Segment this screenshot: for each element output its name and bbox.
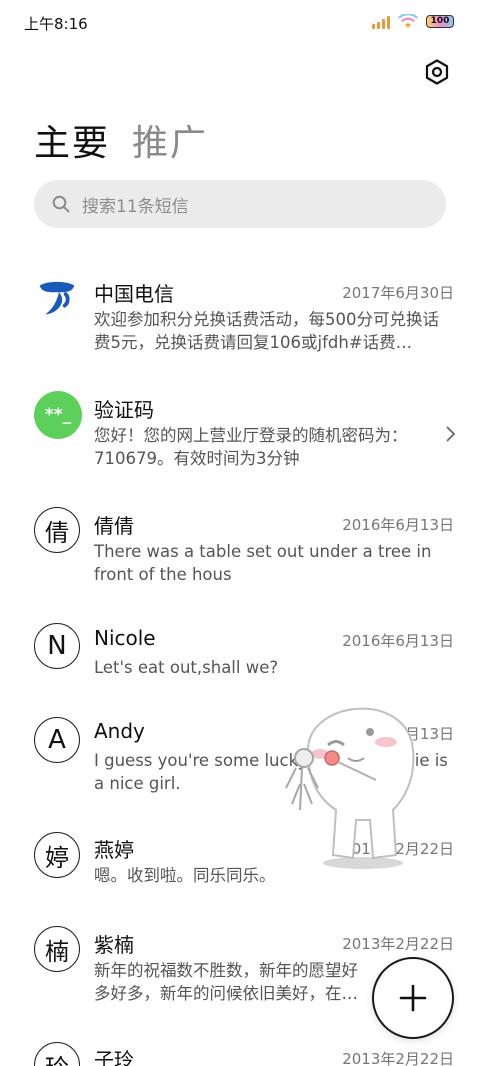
chevron-right-icon[interactable]	[444, 425, 456, 443]
settings-button[interactable]	[420, 57, 454, 87]
message-preview: 新年的祝福数不胜数，新年的愿望好多好多，新年的问候依旧美好，在这个温馨的…	[94, 961, 358, 1003]
avatar: 楠	[34, 926, 80, 972]
avatar: 婷	[34, 832, 80, 878]
telecom-logo-icon	[34, 274, 80, 320]
message-date: 2017年6月30日	[342, 284, 454, 302]
search-icon	[52, 195, 70, 213]
signal-icon	[372, 15, 390, 29]
message-preview: Let's eat out,shall we?	[94, 658, 279, 677]
avatar: 倩	[34, 507, 80, 553]
wifi-icon	[398, 14, 418, 28]
search-placeholder: 搜索11条短信	[82, 196, 189, 217]
tab-primary[interactable]: 主要	[34, 114, 110, 166]
search-input[interactable]: 搜索11条短信	[34, 180, 446, 228]
contact-name: 燕婷	[94, 838, 134, 862]
contact-name: Nicole	[94, 626, 156, 650]
conversation-item[interactable]: **_ 验证码 您好！您的网上营业厅登录的随机密码为：710679。有效时间为3…	[0, 374, 480, 484]
sticker-overlay	[285, 707, 415, 869]
status-bar: 上午8:16 100	[0, 0, 480, 46]
message-preview: 您好！您的网上营业厅登录的随机密码为：710679。有效时间为3分钟	[94, 426, 408, 468]
battery-icon: 100	[426, 15, 454, 28]
new-message-button[interactable]	[372, 957, 454, 1039]
contact-name: Andy	[94, 719, 145, 743]
contact-name: 紫楠	[94, 933, 134, 957]
avatar: N	[34, 623, 80, 669]
message-preview: 欢迎参加积分兑换话费活动，每500分可兑换话费5元，兑换话费请回复106或jfd…	[94, 310, 439, 352]
message-date: 2013年2月22日	[342, 1050, 454, 1066]
message-date: 2013年2月22日	[342, 935, 454, 953]
contact-name: 倩倩	[94, 514, 134, 538]
message-preview: There was a table set out under a tree i…	[94, 542, 432, 584]
tab-promotions[interactable]: 推广	[132, 114, 208, 166]
status-time: 上午8:16	[24, 15, 88, 33]
verification-code-icon: **_	[34, 391, 82, 439]
message-date: 2016年6月13日	[342, 632, 454, 650]
contact-name: 中国电信	[94, 282, 174, 306]
status-icons: 100	[372, 14, 454, 29]
settings-icon	[425, 59, 449, 85]
avatar: A	[34, 717, 80, 763]
contact-name: 验证码	[94, 398, 154, 422]
plus-icon	[399, 984, 427, 1012]
avatar: 玲	[34, 1042, 80, 1066]
contact-name: 子玲	[94, 1048, 134, 1066]
tab-bar: 主要 推广	[34, 114, 208, 166]
conversation-item[interactable]: 中国电信 2017年6月30日 欢迎参加积分兑换话费活动，每500分可兑换话费5…	[0, 258, 480, 368]
message-date: 2016年6月13日	[342, 516, 454, 534]
conversation-item[interactable]: 倩 倩倩 2016年6月13日 There was a table set ou…	[0, 490, 480, 600]
